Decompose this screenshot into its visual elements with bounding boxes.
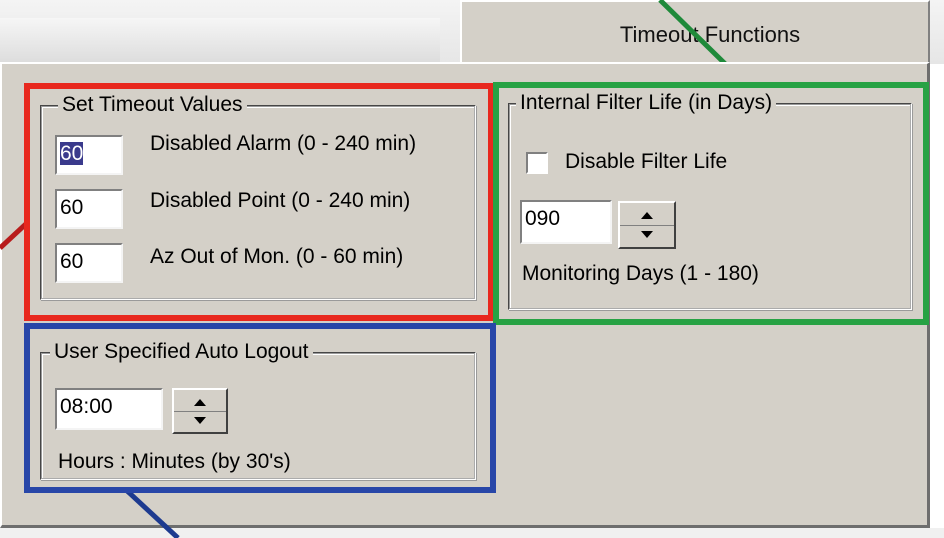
- inactive-tab-area: [0, 18, 440, 64]
- highlight-box-green: [493, 82, 929, 325]
- callout-line-blue: [122, 488, 180, 538]
- highlight-box-blue: [24, 323, 496, 493]
- highlight-box-red: [24, 83, 494, 321]
